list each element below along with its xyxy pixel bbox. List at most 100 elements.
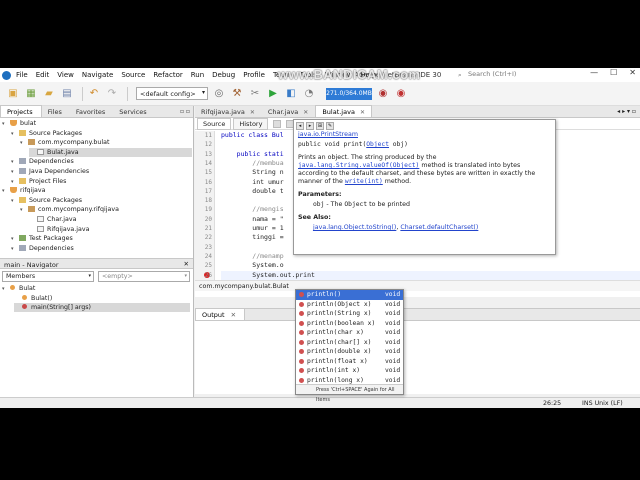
maximize-button[interactable]: ☐ — [610, 68, 617, 77]
tree-item[interactable]: ▾ Dependencies — [11, 244, 74, 253]
menu-debug[interactable]: Debug — [212, 71, 235, 79]
tree-item[interactable]: Bulat.java — [29, 147, 192, 157]
breadcrumb-path: com.mycompany.bulat.Bulat — [199, 283, 289, 290]
menu-refactor[interactable]: Refactor — [153, 71, 182, 79]
navigator-item[interactable]: ▾ Bulat — [2, 284, 35, 293]
members-dropdown[interactable]: Members ▾ — [2, 270, 94, 282]
clean-build-icon[interactable]: ⚒ — [230, 87, 244, 101]
run-icon[interactable]: ▶ — [266, 87, 280, 101]
open-project-icon[interactable]: ▰ — [42, 87, 56, 101]
breadcrumb[interactable]: com.mycompany.bulat.Bulat — [195, 280, 640, 291]
expand-toggle-icon[interactable]: ▾ — [2, 120, 10, 129]
search-input[interactable]: ⌕ Search (Ctrl+I) — [456, 70, 576, 80]
tree-item[interactable]: ▾ Source Packages — [11, 129, 82, 138]
tab-list-icon[interactable]: ◂ ▸ ▾ ▫ — [617, 108, 636, 115]
expand-toggle-icon[interactable]: ▾ — [11, 130, 19, 139]
write-link[interactable]: write(int) — [345, 178, 383, 185]
navigator-item[interactable]: Bulat() — [14, 294, 52, 303]
tree-item[interactable]: ▾ Source Packages — [11, 196, 82, 205]
tree-item[interactable]: ▾ rifqijava — [2, 186, 46, 195]
tab-rifqijava[interactable]: Rifqijava.java ✕ — [195, 106, 261, 117]
config-dropdown[interactable]: <default config> ▾ — [136, 87, 208, 100]
tree-item[interactable]: ▾ com.mycompany.rifqijava — [20, 205, 119, 214]
tree-item[interactable]: ▾ Dependencies — [11, 157, 74, 166]
history-tab[interactable]: History — [233, 117, 269, 130]
panel-controls-icon[interactable]: ▫ ▫ — [180, 108, 190, 115]
tree-item[interactable]: ▾ bulat — [2, 119, 36, 128]
new-file-icon[interactable]: ▣ — [6, 87, 20, 101]
completion-item[interactable]: println() void — [296, 290, 403, 300]
completion-name: println(double x) — [307, 348, 372, 355]
completion-item[interactable]: println(String x) void — [296, 309, 403, 319]
tab-output[interactable]: Output ✕ — [195, 308, 246, 320]
goto-source-icon[interactable]: ✎ — [326, 121, 334, 130]
completion-item[interactable]: println(char[] x) void — [296, 338, 403, 348]
redo-icon[interactable]: ↷ — [105, 87, 119, 101]
tree-item[interactable]: ▾ Test Packages — [11, 234, 73, 243]
expand-toggle-icon[interactable]: ▾ — [20, 206, 28, 215]
profile-icon[interactable]: ◔ — [302, 87, 316, 101]
tree-item[interactable]: ▾ Project Files — [11, 177, 66, 186]
menu-navigate[interactable]: Navigate — [82, 71, 113, 79]
undo-icon[interactable]: ↶ — [87, 87, 101, 101]
scope-dropdown[interactable]: <empty> ▾ — [98, 270, 190, 282]
sig-type-link[interactable]: Object — [366, 141, 389, 148]
new-project-icon[interactable]: ▦ — [24, 87, 38, 101]
close-icon[interactable]: ✕ — [231, 311, 236, 319]
menu-edit[interactable]: Edit — [36, 71, 50, 79]
menu-profile[interactable]: Profile — [243, 71, 265, 79]
debug-icon[interactable]: ◧ — [284, 87, 298, 101]
menu-view[interactable]: View — [57, 71, 74, 79]
forward-icon[interactable]: ▸ — [306, 121, 314, 130]
menu-run[interactable]: Run — [191, 71, 204, 79]
expand-toggle-icon[interactable]: ▾ — [20, 139, 28, 148]
left-pane: Projects Files Favorites Services ▫ ▫ ▾ b… — [0, 105, 194, 408]
memory-indicator[interactable]: 271.0/364.0MB — [326, 87, 372, 100]
netbeans-window: File Edit View Navigate Source Refactor … — [0, 68, 640, 408]
close-icon[interactable]: ✕ — [184, 260, 189, 268]
tab-services[interactable]: Services — [113, 106, 154, 117]
navigator-item[interactable]: main(String[] args) — [14, 303, 190, 312]
valueof-link[interactable]: java.lang.String.valueOf(Object) — [298, 162, 419, 169]
open-browser-icon[interactable]: ⊞ — [316, 121, 324, 130]
build-icon[interactable]: ✂ — [248, 87, 262, 101]
expand-toggle-icon[interactable]: ▾ — [2, 187, 10, 196]
completion-item[interactable]: println(char x) void — [296, 328, 403, 338]
javadoc-class-link[interactable]: java.io.PrintStream — [298, 131, 551, 139]
close-icon[interactable]: ✕ — [303, 109, 308, 116]
tab-bulat[interactable]: Bulat.java ✕ — [315, 105, 372, 117]
tab-char[interactable]: Char.java ✕ — [262, 106, 314, 117]
completion-item[interactable]: println(double x) void — [296, 347, 403, 357]
completion-item[interactable]: println(Object x) void — [296, 300, 403, 310]
completion-item[interactable]: println(float x) void — [296, 357, 403, 367]
tree-item[interactable]: Char.java — [29, 215, 76, 224]
charset-link[interactable]: Charset.defaultCharset() — [400, 224, 478, 231]
tab-files[interactable]: Files — [42, 106, 70, 117]
tree-item[interactable]: Rifqijava.java — [29, 225, 89, 234]
tree-item[interactable]: ▾ com.mycompany.bulat — [20, 138, 110, 147]
line-number: 22 — [204, 234, 212, 242]
back-icon[interactable]: ◂ — [296, 121, 304, 130]
tostring-link[interactable]: java.lang.Object.toString() — [313, 224, 396, 231]
expand-toggle-icon[interactable]: ▾ — [11, 197, 19, 206]
minimize-button[interactable]: — — [590, 68, 598, 77]
tab-projects[interactable]: Projects — [0, 105, 42, 117]
close-icon[interactable]: ✕ — [250, 109, 255, 116]
menu-file[interactable]: File — [16, 71, 28, 79]
code-line: System.o — [221, 261, 284, 270]
target-icon[interactable]: ◎ — [212, 87, 226, 101]
expand-toggle-icon[interactable]: ▾ — [11, 245, 19, 254]
completion-item[interactable]: println(boolean x) void — [296, 319, 403, 329]
close-button[interactable]: ✕ — [629, 68, 636, 77]
back-icon[interactable] — [273, 119, 282, 128]
profile-ide-icon[interactable]: ◉ — [394, 87, 408, 101]
menu-source[interactable]: Source — [121, 71, 145, 79]
source-tab[interactable]: Source — [197, 117, 232, 130]
tree-item[interactable]: ▾ Java Dependencies — [11, 167, 89, 176]
save-all-icon[interactable]: ▤ — [60, 87, 74, 101]
tab-favorites[interactable]: Favorites — [70, 106, 113, 117]
close-icon[interactable]: ✕ — [360, 109, 365, 116]
completion-item[interactable]: println(int x) void — [296, 366, 403, 376]
gc-icon[interactable]: ◉ — [376, 87, 390, 101]
expand-toggle-icon[interactable]: ▾ — [2, 285, 10, 294]
